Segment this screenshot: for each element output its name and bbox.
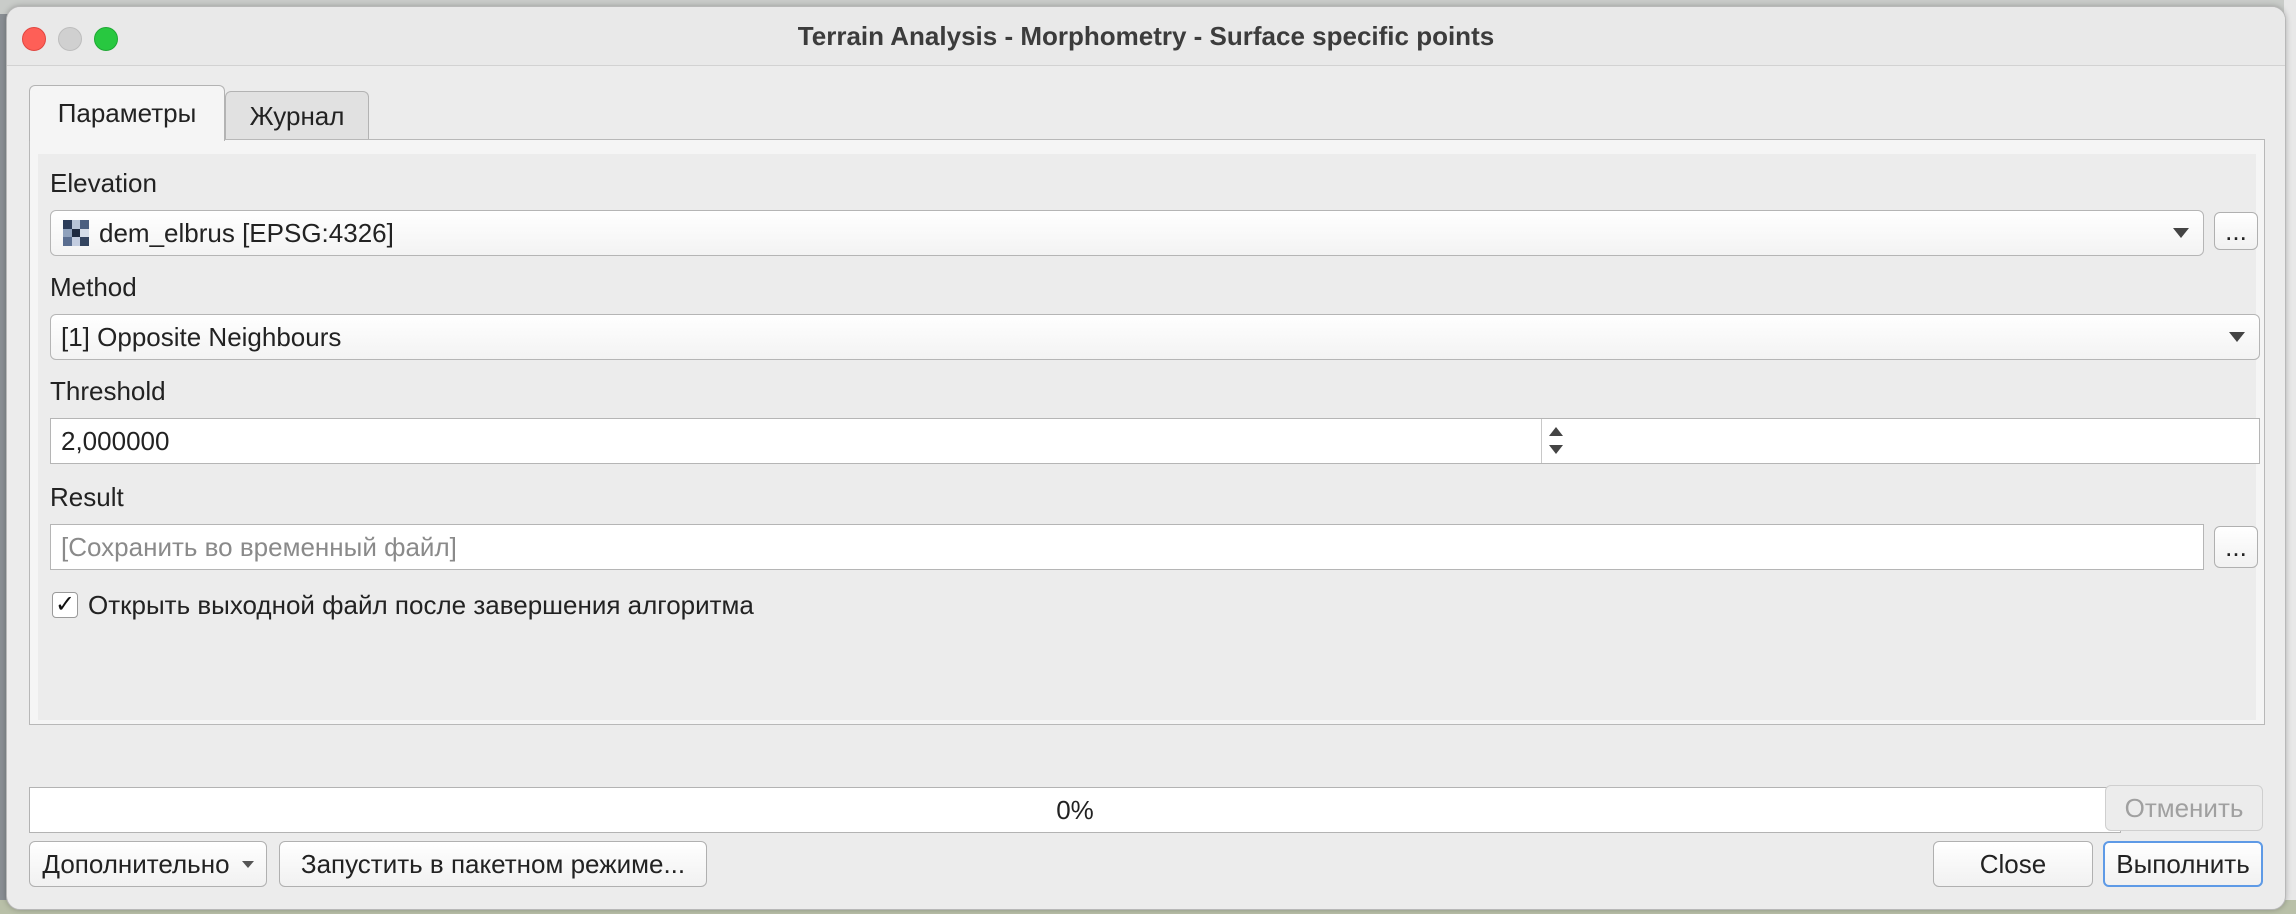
elevation-label: Elevation [50,168,157,198]
progress-text: 0% [1056,794,1094,825]
cancel-button[interactable]: Отменить [2105,785,2263,831]
title-bar: Terrain Analysis - Morphometry - Surface… [7,7,2285,66]
threshold-value: 2,000000 [61,425,170,456]
parameters-form: Elevation dem_elbrus [EPSG:4326] ... Met… [38,154,2260,720]
method-label: Method [50,272,137,302]
method-value: [1] Opposite Neighbours [61,321,342,352]
run-button[interactable]: Выполнить [2103,841,2263,887]
raster-layer-icon [63,220,89,246]
close-button[interactable]: Close [1933,841,2093,887]
result-label: Result [50,482,124,512]
chevron-down-icon [2229,332,2245,342]
open-output-label[interactable]: Открыть выходной файл после завершения а… [88,590,754,621]
tab-log[interactable]: Журнал [225,91,369,141]
batch-mode-button[interactable]: Запустить в пакетном режиме... [279,841,707,887]
threshold-label: Threshold [50,376,166,406]
advanced-button[interactable]: Дополнительно [29,841,267,887]
result-output-field[interactable]: [Сохранить во временный файл] [50,524,2204,570]
elevation-layer-select[interactable]: dem_elbrus [EPSG:4326] [50,210,2204,256]
progress-bar: 0% [29,787,2121,833]
processing-dialog: Terrain Analysis - Morphometry - Surface… [6,6,2286,910]
tab-parameters[interactable]: Параметры [29,85,225,141]
result-placeholder: [Сохранить во временный файл] [61,531,457,562]
open-output-checkbox[interactable]: ✓ [52,592,78,618]
arrow-up-icon[interactable] [1549,427,1563,436]
chevron-down-icon [241,860,254,868]
parameters-panel: Elevation dem_elbrus [EPSG:4326] ... Met… [29,139,2265,725]
chevron-down-icon [2173,228,2189,238]
result-browse-button[interactable]: ... [2214,526,2258,568]
method-select[interactable]: [1] Opposite Neighbours [50,314,2260,360]
elevation-layer-value: dem_elbrus [EPSG:4326] [99,217,394,248]
arrow-down-icon[interactable] [1549,445,1563,454]
advanced-button-label: Дополнительно [42,848,230,879]
elevation-browse-button[interactable]: ... [2214,212,2258,250]
threshold-spinbox[interactable]: 2,000000 [50,418,2260,464]
threshold-stepper[interactable] [1541,419,1570,463]
window-title: Terrain Analysis - Morphometry - Surface… [797,21,1495,51]
